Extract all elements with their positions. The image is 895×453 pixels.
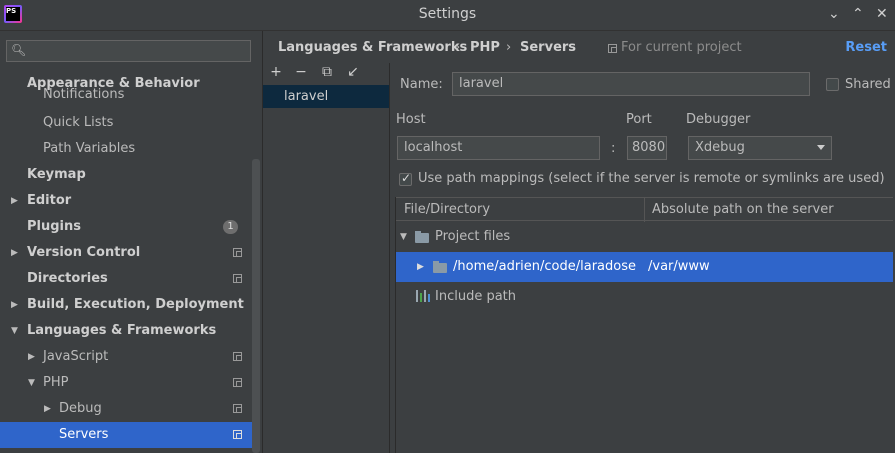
breadcrumb-php: PHP xyxy=(470,40,500,55)
project-scope-icon xyxy=(233,274,242,283)
server-path-cell[interactable]: /var/www xyxy=(648,252,710,282)
column-file-directory[interactable]: File/Directory xyxy=(404,202,490,217)
breadcrumb: Languages & Frameworks › PHP › Servers F… xyxy=(278,40,887,55)
folder-icon xyxy=(415,231,429,243)
sidebar-item-quick-lists[interactable]: Quick Lists xyxy=(0,110,252,136)
shared-checkbox[interactable] xyxy=(826,78,839,91)
table-row[interactable]: ▶ /home/adrien/code/laradose /var/www xyxy=(396,252,893,282)
column-server-path[interactable]: Absolute path on the server xyxy=(652,202,834,217)
host-input[interactable]: localhost xyxy=(397,136,600,160)
plugins-update-badge: 1 xyxy=(223,220,238,234)
title-bar: PS Settings ⌄ ⌃ ✕ xyxy=(0,0,895,31)
debugger-label: Debugger xyxy=(686,112,751,127)
project-scope-icon xyxy=(233,404,242,413)
settings-search-input[interactable]: 🔍︎ xyxy=(6,40,251,62)
collapse-arrow-icon[interactable]: ▼ xyxy=(400,222,407,252)
project-scope-icon xyxy=(233,378,242,387)
use-path-mappings-checkbox[interactable] xyxy=(399,171,412,186)
add-server-icon[interactable]: + xyxy=(266,63,286,83)
port-input[interactable]: 8080 xyxy=(627,136,667,160)
collapse-arrow-icon[interactable]: ▼ xyxy=(28,370,35,396)
project-scope-icon xyxy=(233,352,242,361)
dropdown-arrow-icon xyxy=(817,145,825,150)
folder-icon xyxy=(433,261,447,273)
tree-row-project-files[interactable]: ▼ Project files xyxy=(396,222,893,252)
expand-arrow-icon[interactable]: ▶ xyxy=(417,252,424,282)
copy-server-icon[interactable]: ⧉ xyxy=(317,63,337,83)
maximize-button[interactable]: ⌃ xyxy=(852,6,864,22)
tree-row-include-path[interactable]: Include path xyxy=(396,282,893,312)
sidebar-item-languages-frameworks[interactable]: ▼ Languages & Frameworks xyxy=(0,318,252,344)
host-label: Host xyxy=(396,112,426,127)
settings-sidebar: 🔍︎ Appearance & Behavior Notifications Q… xyxy=(0,31,263,453)
search-icon: 🔍︎ xyxy=(11,43,27,57)
server-form: Name: laravel Shared Host Port Debugger … xyxy=(390,63,895,453)
collapse-arrow-icon[interactable]: ▼ xyxy=(11,318,18,344)
name-label: Name: xyxy=(400,77,443,92)
sidebar-scrollbar[interactable] xyxy=(252,159,260,453)
reset-link[interactable]: Reset xyxy=(845,40,887,55)
expand-arrow-icon[interactable]: ▶ xyxy=(11,292,18,318)
sidebar-item-notifications[interactable]: Notifications xyxy=(0,88,252,106)
sidebar-item-javascript[interactable]: ▶ JavaScript xyxy=(0,344,252,370)
port-label: Port xyxy=(626,112,652,127)
import-server-icon[interactable]: ↙ xyxy=(343,63,363,83)
project-scope-icon xyxy=(233,248,242,257)
sidebar-item-build-execution-deployment[interactable]: ▶ Build, Execution, Deployment xyxy=(0,292,252,318)
project-scope-icon xyxy=(608,44,617,53)
shared-label: Shared xyxy=(845,77,891,92)
sidebar-item-editor[interactable]: ▶ Editor xyxy=(0,188,252,214)
server-list-item[interactable]: laravel xyxy=(263,85,389,108)
close-button[interactable]: ✕ xyxy=(876,6,888,22)
local-path-cell[interactable]: /home/adrien/code/laradose xyxy=(453,252,636,282)
sidebar-item-path-variables[interactable]: Path Variables xyxy=(0,136,252,162)
breadcrumb-languages-frameworks: Languages & Frameworks xyxy=(278,40,468,55)
sidebar-item-php[interactable]: ▼ PHP xyxy=(0,370,252,396)
scope-label: For current project xyxy=(621,40,742,55)
library-icon xyxy=(416,290,430,302)
sidebar-item-debug[interactable]: ▶ Debug xyxy=(0,396,252,422)
sidebar-item-plugins[interactable]: Plugins 1 xyxy=(0,214,252,240)
sidebar-item-directories[interactable]: Directories xyxy=(0,266,252,292)
server-name-input[interactable]: laravel xyxy=(452,72,810,96)
breadcrumb-servers: Servers xyxy=(520,40,577,55)
mappings-table-header: File/Directory Absolute path on the serv… xyxy=(396,197,893,222)
path-mappings-table: File/Directory Absolute path on the serv… xyxy=(395,197,893,453)
minimize-button[interactable]: ⌄ xyxy=(828,6,840,22)
sidebar-item-keymap[interactable]: Keymap xyxy=(0,162,252,188)
sidebar-item-version-control[interactable]: ▶ Version Control xyxy=(0,240,252,266)
expand-arrow-icon[interactable]: ▶ xyxy=(11,188,18,214)
remove-server-icon[interactable]: − xyxy=(291,63,311,83)
sidebar-item-servers[interactable]: Servers xyxy=(0,422,260,448)
expand-arrow-icon[interactable]: ▶ xyxy=(44,396,51,422)
expand-arrow-icon[interactable]: ▶ xyxy=(28,344,35,370)
servers-list-panel: + − ⧉ ↙ laravel xyxy=(263,63,390,453)
debugger-select[interactable]: Xdebug xyxy=(688,136,832,160)
expand-arrow-icon[interactable]: ▶ xyxy=(11,240,18,266)
window-title: Settings xyxy=(418,6,477,22)
project-scope-icon xyxy=(233,430,242,439)
use-path-mappings-label: Use path mappings (select if the server … xyxy=(418,171,885,186)
